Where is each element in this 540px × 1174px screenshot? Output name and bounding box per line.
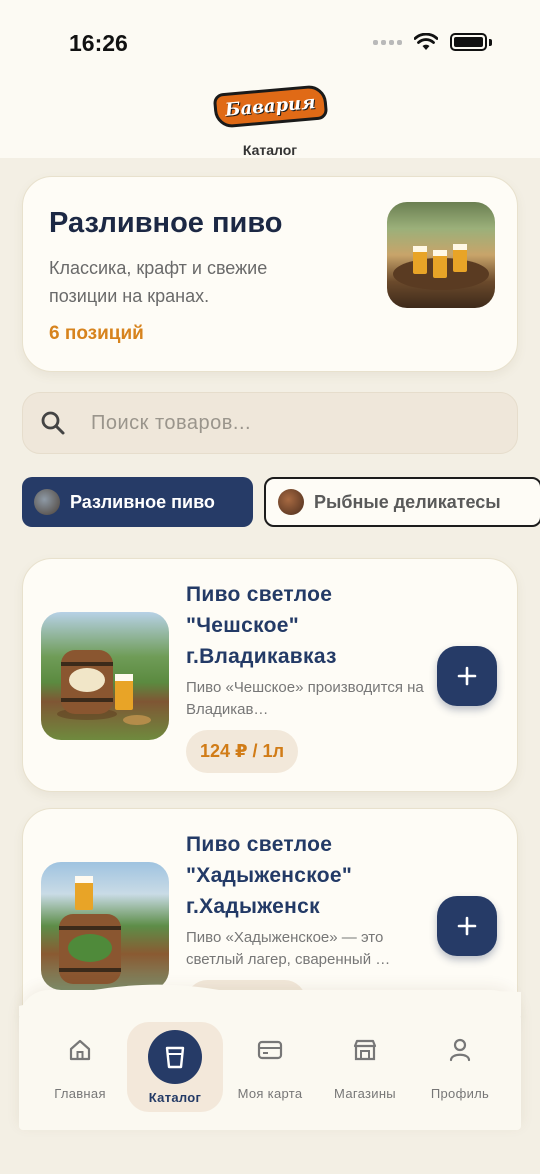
product-price: 124 ₽ / 1л	[186, 730, 299, 773]
nav-item-home[interactable]: Главная	[32, 1022, 128, 1112]
category-subtitle: Классика, крафт и свежие позиции на кран…	[49, 258, 268, 306]
user-icon	[448, 1028, 472, 1072]
status-time: 16:26	[69, 30, 128, 56]
brand-logo: Бавария	[212, 83, 328, 129]
status-icons	[373, 33, 492, 51]
chip-label: Разливное пиво	[70, 491, 215, 512]
product-description: Пиво «Чешское» производится на Владикав…	[186, 679, 424, 718]
chip-thumbnail	[34, 489, 60, 515]
category-title: Разливное пиво	[49, 207, 283, 239]
nav-item-profile[interactable]: Профиль	[412, 1022, 508, 1112]
top-area	[0, 0, 540, 158]
add-to-cart-button[interactable]	[437, 646, 497, 706]
nav-label: Каталог	[148, 1090, 202, 1105]
chip-label: Рыбные деликатесы	[314, 491, 501, 512]
nav-label: Главная	[54, 1086, 106, 1101]
nav-label: Моя карта	[237, 1086, 303, 1101]
plus-icon	[457, 916, 477, 936]
store-icon	[352, 1028, 378, 1072]
category-hero-card: Разливное пиво Классика, крафт и свежие …	[22, 176, 518, 372]
nav-wave-decoration	[19, 984, 521, 1016]
nav-label: Профиль	[430, 1086, 490, 1101]
category-chip-fish-delicacies[interactable]: Рыбные деликатесы	[264, 477, 540, 527]
product-card[interactable]: Пиво светлое "Чешское" г.Владикавказ Пив…	[22, 558, 518, 792]
home-icon	[67, 1028, 93, 1072]
battery-icon	[450, 33, 487, 51]
product-name: Пиво светлое "Хадыженское" г.Хадыженск	[186, 833, 353, 918]
plus-icon	[457, 666, 477, 686]
signal-icon	[373, 39, 402, 45]
search-input[interactable]	[91, 411, 491, 435]
nav-item-catalog[interactable]: Каталог	[127, 1022, 223, 1112]
page-title: Каталог	[242, 142, 298, 158]
category-chip-draft-beer[interactable]: Разливное пиво	[22, 477, 253, 527]
card-icon	[257, 1028, 283, 1072]
product-image	[41, 862, 169, 990]
chip-thumbnail	[278, 489, 304, 515]
product-name: Пиво светлое "Чешское" г.Владикавказ	[186, 583, 337, 668]
add-to-cart-button[interactable]	[437, 896, 497, 956]
bottom-nav: Главная Каталог Моя карта Магазины Профи…	[19, 984, 521, 1130]
nav-item-stores[interactable]: Магазины	[317, 1022, 413, 1112]
cup-icon	[148, 1030, 202, 1084]
wifi-icon	[414, 33, 438, 50]
search-icon	[23, 410, 83, 436]
product-description: Пиво «Хадыженское» — это светлый лагер, …	[186, 929, 391, 968]
category-count: 6 позиций	[49, 323, 144, 344]
search-bar[interactable]	[22, 392, 518, 454]
category-image	[387, 202, 495, 308]
product-image	[41, 612, 169, 740]
nav-item-my-card[interactable]: Моя карта	[222, 1022, 318, 1112]
nav-label: Магазины	[334, 1086, 396, 1101]
